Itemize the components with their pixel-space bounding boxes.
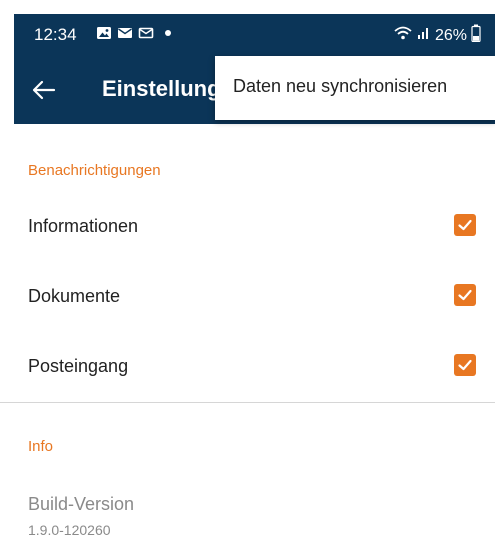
mail-outline-icon [138,25,154,41]
setting-label: Informationen [28,216,139,236]
status-bar: 12:34 26% [14,14,495,56]
status-time: 12:34 [34,25,77,44]
checkbox-informationen[interactable] [454,214,476,236]
checkmark-icon [458,219,472,231]
checkbox-dokumente[interactable] [454,284,476,306]
menu-item-resync[interactable]: Daten neu synchronisieren [233,76,447,97]
overflow-menu: Daten neu synchronisieren [215,56,495,120]
setting-row-dokumente[interactable]: Dokumente [0,268,495,328]
setting-row-posteingang[interactable]: Posteingang [0,338,495,398]
screen: 12:34 26% Einstellungen Daten neu synchr… [0,0,495,558]
setting-label: Posteingang [28,356,129,376]
back-arrow-icon[interactable] [30,76,58,104]
checkmark-icon [458,289,472,301]
status-notification-icons [96,25,171,41]
status-right-group: 26% [393,24,481,47]
top-margin [0,0,495,14]
wifi-icon [393,25,413,46]
build-version-label: Build-Version [28,494,135,514]
gallery-icon [96,25,112,41]
battery-percent: 26% [434,26,467,44]
mail-icon [117,25,133,41]
signal-icon [417,25,431,46]
checkbox-posteingang[interactable] [454,354,476,376]
section-header-notifications: Benachrichtigungen [28,162,161,179]
setting-row-informationen[interactable]: Informationen [0,198,495,258]
build-version-value: 1.9.0-120260 [28,522,111,538]
checkmark-icon [458,359,472,371]
section-divider [0,402,495,403]
setting-label: Dokumente [28,286,121,306]
section-header-info: Info [28,438,54,455]
battery-icon [471,24,481,47]
dot-icon [165,30,171,36]
